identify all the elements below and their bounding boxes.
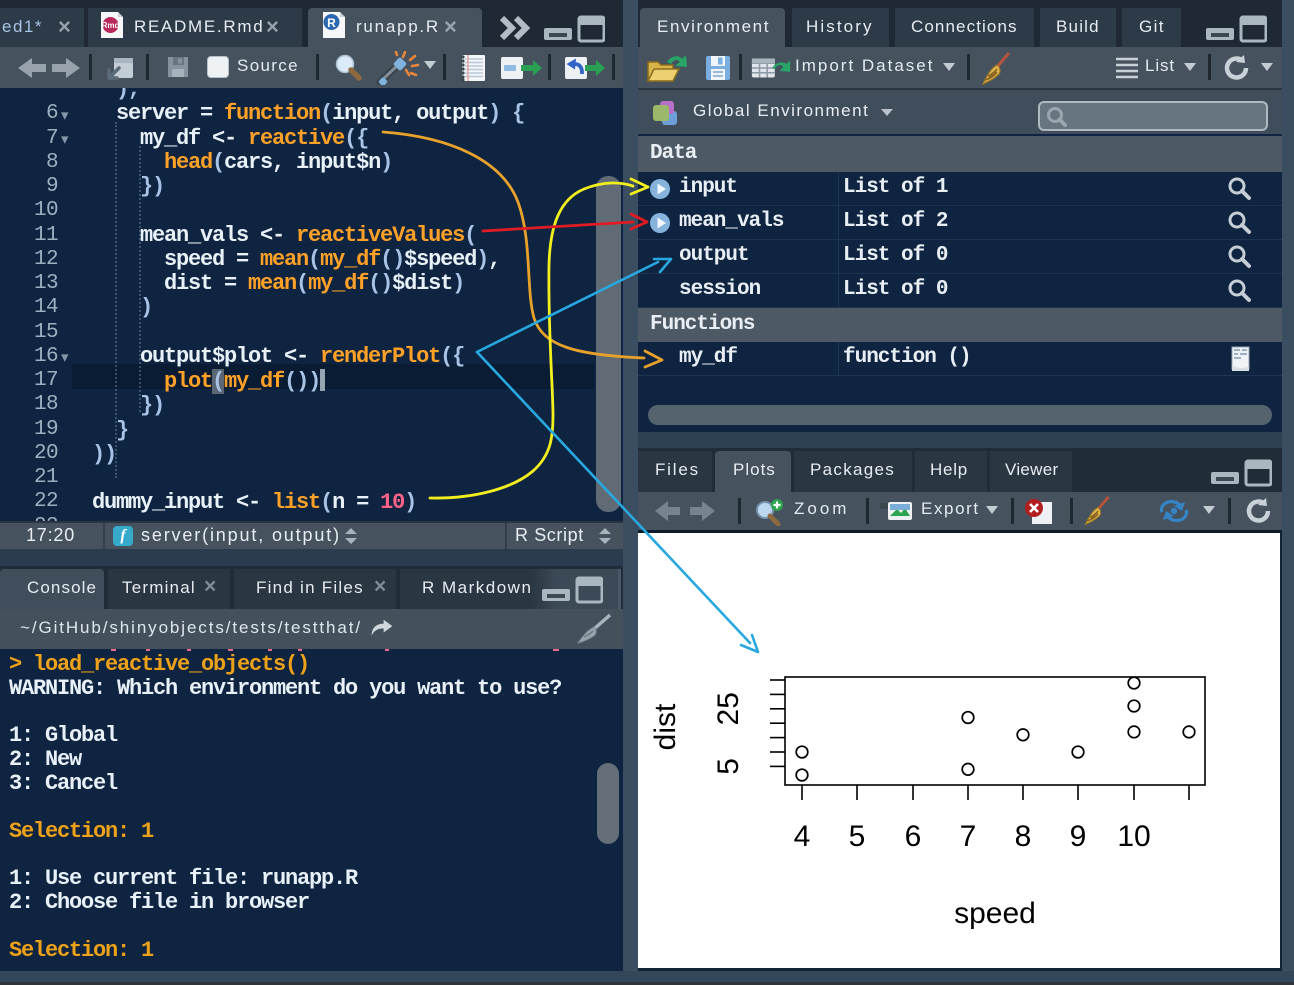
svg-text:5: 5 (849, 820, 866, 853)
svg-text:25: 25 (712, 692, 745, 725)
svg-text:Rmd: Rmd (102, 21, 120, 30)
svg-text:speed: speed (954, 897, 1036, 930)
svg-text:4: 4 (794, 820, 811, 853)
svg-text:7: 7 (960, 820, 977, 853)
svg-text:8: 8 (1015, 820, 1032, 853)
svg-text:6: 6 (905, 820, 922, 853)
svg-text:dist: dist (649, 703, 682, 750)
svg-text:9: 9 (1070, 820, 1087, 853)
svg-text:10: 10 (1117, 820, 1150, 853)
svg-text:R: R (327, 16, 336, 30)
svg-text:5: 5 (712, 758, 745, 775)
